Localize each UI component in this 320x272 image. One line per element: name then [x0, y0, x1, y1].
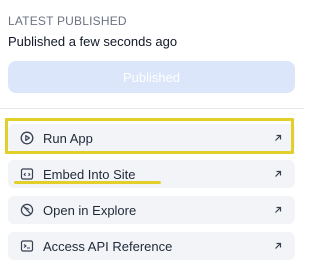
embed-into-site-label: Embed Into Site — [43, 166, 136, 182]
section-label: LATEST PUBLISHED — [8, 14, 127, 28]
open-in-explore-button[interactable]: Open in Explore — [8, 196, 295, 224]
divider — [0, 108, 304, 109]
published-button[interactable]: Published — [8, 61, 295, 93]
external-arrow-icon — [273, 241, 283, 251]
publish-panel: LATEST PUBLISHED Published a few seconds… — [0, 0, 304, 272]
access-api-reference-button[interactable]: Access API Reference — [8, 232, 295, 260]
published-status: Published a few seconds ago — [8, 34, 178, 49]
open-in-explore-label: Open in Explore — [43, 202, 137, 218]
explore-icon — [20, 203, 34, 217]
external-arrow-icon — [273, 205, 283, 215]
underline-mark — [14, 181, 161, 184]
access-api-reference-label: Access API Reference — [43, 238, 173, 254]
embed-window-icon — [20, 167, 34, 181]
external-arrow-icon — [273, 169, 283, 179]
highlight-box — [5, 118, 294, 154]
terminal-icon — [20, 239, 34, 253]
